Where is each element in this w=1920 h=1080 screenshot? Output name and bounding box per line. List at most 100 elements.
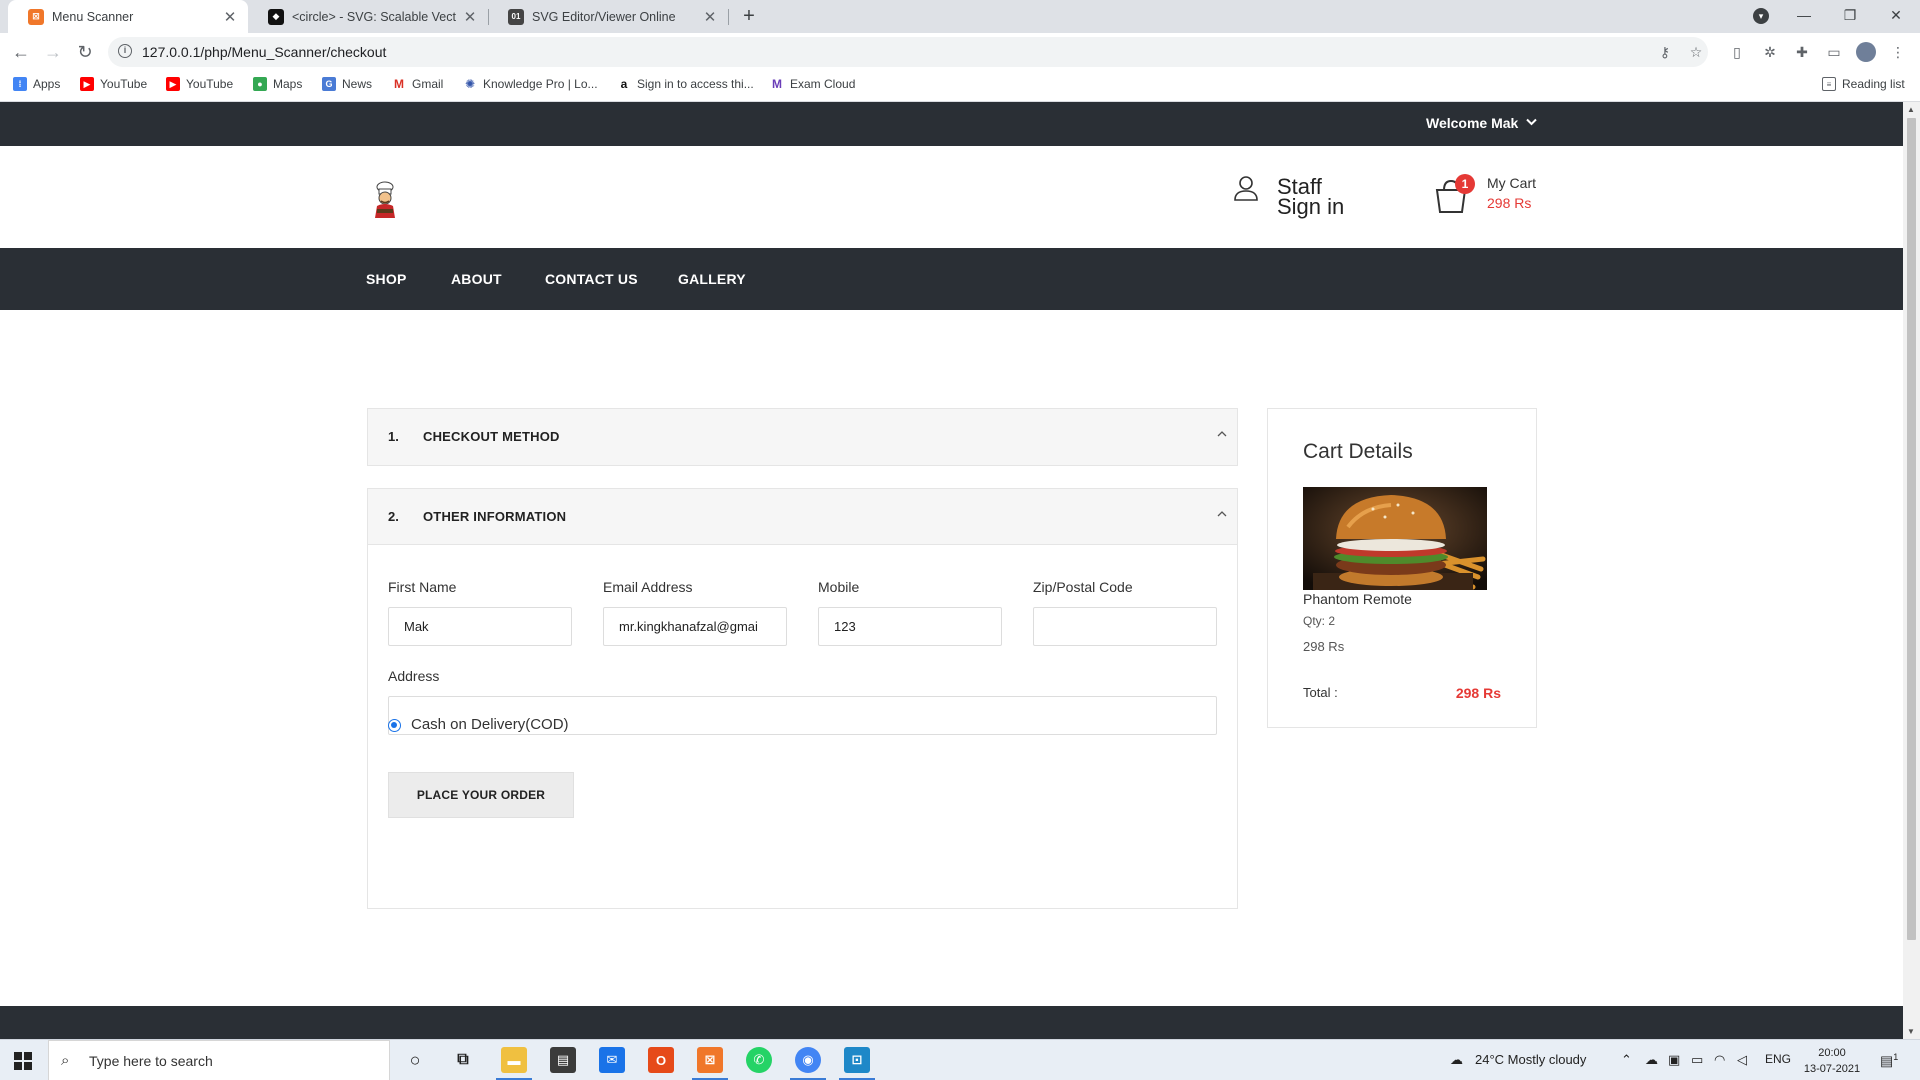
tab-title: <circle> - SVG: Scalable Vector G xyxy=(292,9,456,24)
forward-icon[interactable]: → xyxy=(41,40,65,64)
staff-sign-in-link[interactable]: Staff Sign in xyxy=(1277,176,1344,218)
url-text[interactable]: 127.0.0.1/php/Menu_Scanner/checkout xyxy=(142,44,386,60)
scroll-down-icon[interactable]: ▼ xyxy=(1907,1027,1915,1036)
key-icon[interactable]: ⚷ xyxy=(1655,42,1675,62)
notification-icon[interactable]: ▤1 xyxy=(1880,1052,1898,1070)
welcome-menu[interactable]: Welcome Mak xyxy=(1426,115,1538,131)
back-icon[interactable]: ← xyxy=(9,40,33,64)
volume-icon[interactable]: ◁ xyxy=(1737,1052,1747,1068)
mobile-label: Mobile xyxy=(818,579,860,595)
whatsapp-icon[interactable]: ✆ xyxy=(746,1047,772,1073)
tray-chevron-up-icon[interactable]: ⌃ xyxy=(1621,1052,1632,1068)
tab-menu-scanner[interactable]: ⊠ Menu Scanner ✕ xyxy=(8,0,248,33)
restore-button[interactable]: ❐ xyxy=(1827,0,1873,33)
minimize-button[interactable]: — xyxy=(1781,0,1827,33)
user-icon[interactable] xyxy=(1232,174,1260,202)
windows-start-icon[interactable] xyxy=(14,1052,32,1070)
news-icon: G xyxy=(322,77,336,91)
xampp-icon: ⊠ xyxy=(28,8,44,25)
step-title: CHECKOUT METHOD xyxy=(423,429,560,444)
wifi-icon[interactable]: ◠ xyxy=(1714,1052,1725,1068)
store-icon[interactable]: ▤ xyxy=(550,1047,576,1073)
bookmark-knowledge-pro[interactable]: ✺ Knowledge Pro | Lo... xyxy=(463,77,598,91)
bookmark-amazon[interactable]: a Sign in to access thi... xyxy=(617,77,754,91)
clock[interactable]: 20:00 13-07-2021 xyxy=(1800,1045,1864,1077)
cart-item-price: 298 Rs xyxy=(1303,639,1345,654)
task-view-icon[interactable]: ⧉ xyxy=(450,1047,476,1073)
chevron-up-icon[interactable] xyxy=(1217,426,1227,440)
mail-icon[interactable]: ✉ xyxy=(599,1047,625,1073)
bookmark-label: Sign in to access thi... xyxy=(637,77,754,91)
taskbar-search[interactable]: ⌕ Type here to search xyxy=(48,1040,390,1080)
checkout-method-header[interactable]: 1. CHECKOUT METHOD xyxy=(368,409,1237,465)
extension-icon[interactable]: ✲ xyxy=(1760,42,1780,62)
xampp-taskbar-icon[interactable]: ⊠ xyxy=(692,1047,728,1080)
main-navigation: SHOP ABOUT CONTACT US GALLERY xyxy=(0,248,1903,310)
email-input[interactable]: mr.kingkhanafzal@gmai xyxy=(603,607,787,646)
page-scrollbar[interactable]: ▲ ▼ xyxy=(1903,102,1920,1039)
cortana-icon[interactable]: ○ xyxy=(402,1047,428,1073)
tab-svg-circle[interactable]: ◆ <circle> - SVG: Scalable Vector G ✕ xyxy=(248,0,488,33)
close-window-button[interactable]: ✕ xyxy=(1873,0,1919,33)
extension-icon[interactable]: ▯ xyxy=(1727,42,1747,62)
step-title: OTHER INFORMATION xyxy=(423,509,567,524)
bookmark-youtube[interactable]: ▶ YouTube xyxy=(80,77,147,91)
bookmark-maps[interactable]: ● Maps xyxy=(253,77,302,91)
tray-app-icon[interactable]: ▣ xyxy=(1668,1052,1680,1068)
new-tab-button[interactable]: + xyxy=(737,4,761,28)
top-bar: Welcome Mak xyxy=(0,102,1903,146)
zip-input[interactable] xyxy=(1033,607,1217,646)
chrome-icon[interactable]: ◉ xyxy=(790,1047,826,1080)
bookmark-star-icon[interactable]: ☆ xyxy=(1686,42,1706,62)
battery-icon[interactable]: ▭ xyxy=(1691,1052,1703,1068)
close-tab-icon[interactable]: ✕ xyxy=(702,8,718,26)
chevron-up-icon[interactable] xyxy=(1217,506,1227,520)
bookmark-gmail[interactable]: M Gmail xyxy=(392,77,443,91)
close-tab-icon[interactable]: ✕ xyxy=(462,8,478,26)
chef-logo-icon[interactable] xyxy=(370,180,400,218)
nav-contact-us[interactable]: CONTACT US xyxy=(545,271,638,287)
nav-gallery[interactable]: GALLERY xyxy=(678,271,746,287)
scrollbar-thumb[interactable] xyxy=(1907,118,1916,940)
puzzle-icon[interactable]: ✚ xyxy=(1792,42,1812,62)
reload-icon[interactable]: ↻ xyxy=(73,40,97,64)
weather-icon[interactable]: ☁ xyxy=(1450,1052,1463,1068)
tab-search-icon[interactable]: ▾ xyxy=(1753,8,1769,24)
site-footer xyxy=(0,1006,1903,1039)
cart-total-value: 298 Rs xyxy=(1455,685,1501,701)
language-indicator[interactable]: ENG xyxy=(1765,1052,1791,1066)
cod-radio[interactable] xyxy=(388,719,401,732)
place-order-button[interactable]: PLACE YOUR ORDER xyxy=(388,772,574,818)
vscode-like-icon[interactable]: ⊡ xyxy=(839,1047,875,1080)
menu-dots-icon[interactable]: ⋮ xyxy=(1888,42,1908,62)
first-name-input[interactable]: Mak xyxy=(388,607,572,646)
mobile-input[interactable]: 123 xyxy=(818,607,1002,646)
weather-text[interactable]: 24°C Mostly cloudy xyxy=(1475,1052,1586,1067)
tab-svg-editor[interactable]: 01 SVG Editor/Viewer Online ✕ xyxy=(488,0,728,33)
my-cart-link[interactable]: My Cart 298 Rs xyxy=(1487,173,1536,213)
search-icon: ⌕ xyxy=(61,1052,70,1069)
chevron-down-icon xyxy=(1526,117,1538,129)
webpage: Welcome Mak Staff Sign in 1 My Cart 298 … xyxy=(0,102,1903,1039)
profile-avatar[interactable] xyxy=(1856,42,1876,62)
reading-list-icon: ≡ xyxy=(1822,77,1836,91)
cod-label[interactable]: Cash on Delivery(COD) xyxy=(411,716,569,733)
address-bar[interactable]: i 127.0.0.1/php/Menu_Scanner/checkout ⚷ … xyxy=(108,37,1708,67)
office-icon[interactable]: O xyxy=(648,1047,674,1073)
scroll-up-icon[interactable]: ▲ xyxy=(1907,105,1915,114)
reading-list[interactable]: ≡ Reading list xyxy=(1822,77,1905,91)
nav-shop[interactable]: SHOP xyxy=(366,271,406,287)
cast-icon[interactable]: ▭ xyxy=(1824,42,1844,62)
nav-about[interactable]: ABOUT xyxy=(451,271,502,287)
bookmark-news[interactable]: G News xyxy=(322,77,372,91)
bookmark-apps[interactable]: ⁞ Apps xyxy=(13,77,60,91)
onedrive-icon[interactable]: ☁ xyxy=(1645,1052,1658,1068)
bookmark-youtube[interactable]: ▶ YouTube xyxy=(166,77,233,91)
site-info-icon[interactable]: i xyxy=(118,44,132,58)
cart-details-box: Cart Details Phantom Remote Qty: 2 298 R… xyxy=(1267,408,1537,728)
close-tab-icon[interactable]: ✕ xyxy=(222,8,238,26)
bookmark-exam-cloud[interactable]: M Exam Cloud xyxy=(770,77,855,91)
other-information-header[interactable]: 2. OTHER INFORMATION xyxy=(368,489,1237,545)
browser-tabstrip: ⊠ Menu Scanner ✕ ◆ <circle> - SVG: Scala… xyxy=(0,0,1920,33)
file-explorer-icon[interactable]: ▬ xyxy=(496,1047,532,1080)
